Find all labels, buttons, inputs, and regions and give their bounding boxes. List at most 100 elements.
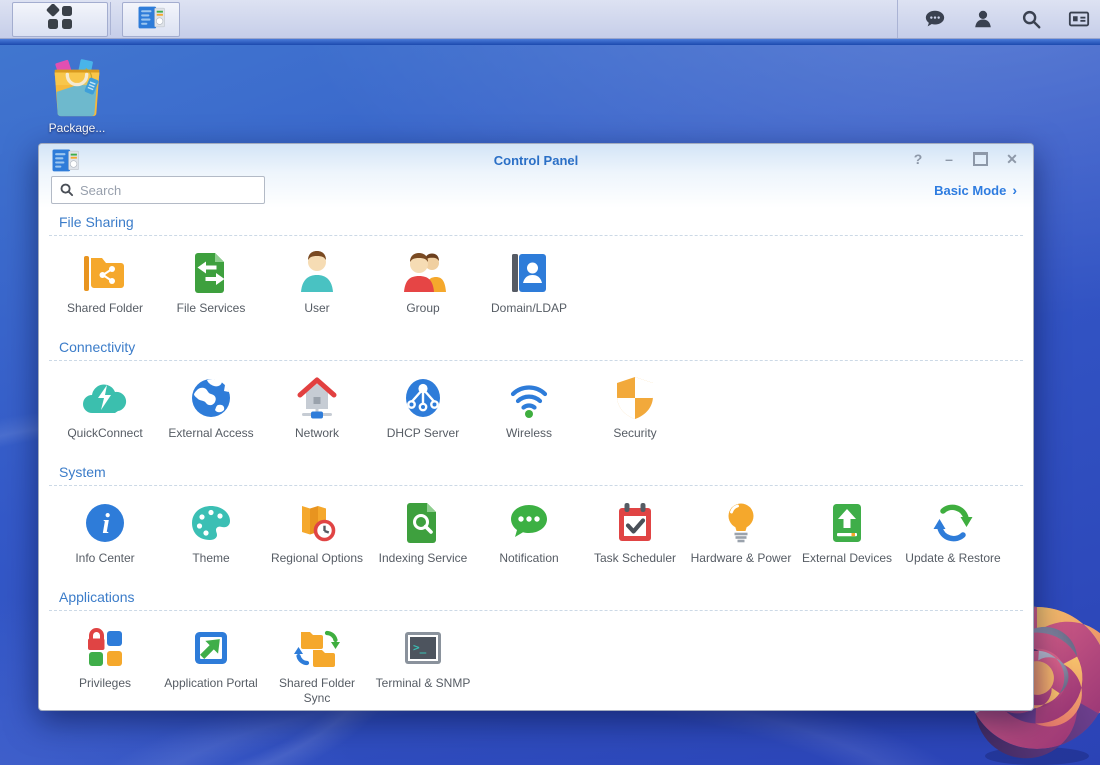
cp-item-regional-options[interactable]: Regional Options [264,497,370,581]
user-icon[interactable] [972,8,994,30]
chevron-right-icon: › [1012,182,1017,198]
cp-item-label: QuickConnect [67,426,143,440]
package-center-icon [42,58,112,118]
section-items: Shared Folder File Services User Group Domai… [39,236,1033,333]
cp-item-info-center[interactable]: i Info Center [52,497,158,581]
search-input[interactable] [78,178,262,202]
cp-item-task-scheduler[interactable]: Task Scheduler [582,497,688,581]
cp-section: Applications Privileges Application Portal… [39,583,1033,708]
taskbar-tray [897,0,1090,38]
cp-item-label: Indexing Service [378,551,468,565]
section-items: Privileges Application Portal Shared Folde… [39,611,1033,708]
security-icon [609,372,661,424]
chat-icon[interactable] [924,8,946,30]
section-header: File Sharing [59,214,134,230]
task-scheduler-icon [609,497,661,549]
close-button[interactable]: ✕ [1005,151,1019,167]
cp-item-external-devices[interactable]: External Devices [794,497,900,581]
cp-item-label: DHCP Server [386,426,460,440]
group-icon [397,247,449,299]
privileges-icon [79,622,131,674]
svg-text:>_: >_ [413,641,427,654]
taskbar [0,0,1100,39]
cp-item-label: Hardware & Power [690,551,792,565]
theme-icon [185,497,237,549]
section-header: Connectivity [59,339,136,355]
terminal-snmp-icon: >_ [397,622,449,674]
cp-item-label: Info Center [75,551,135,565]
minimize-button[interactable]: – [942,151,956,167]
cp-item-label: Theme [192,551,230,565]
taskbar-control-panel-button[interactable] [122,2,180,37]
help-button[interactable]: ? [911,151,925,167]
cp-item-label: External Access [168,426,254,440]
info-center-icon: i [79,497,131,549]
window-header: Control Panel ? – ✕ Basic Mode › [39,144,1033,208]
cp-item-wireless[interactable]: Wireless [476,372,582,456]
cp-item-domain-ldap[interactable]: Domain/LDAP [476,247,582,331]
basic-mode-link[interactable]: Basic Mode › [934,182,1017,198]
indexing-service-icon [397,497,449,549]
basic-mode-label: Basic Mode [934,183,1007,198]
shared-folder-sync-icon [291,622,343,674]
cp-item-label: File Services [176,301,246,315]
cp-item-theme[interactable]: Theme [158,497,264,581]
search-icon[interactable] [1020,8,1042,30]
cp-item-terminal-snmp[interactable]: >_ Terminal & SNMP [370,622,476,706]
user-icon [291,247,343,299]
cp-item-label: Wireless [505,426,552,440]
cp-item-notification[interactable]: Notification [476,497,582,581]
maximize-button[interactable] [973,152,988,166]
cp-item-dhcp-server[interactable]: DHCP Server [370,372,476,456]
main-menu-button[interactable] [12,2,108,37]
cp-item-label: User [304,301,330,315]
control-panel-window: Control Panel ? – ✕ Basic Mode › File Sha… [38,143,1034,711]
cp-section: Connectivity QuickConnect External Access N… [39,333,1033,458]
cp-section: System i Info Center Theme Regional Options I… [39,458,1033,583]
cp-item-security[interactable]: Security [582,372,688,456]
search-icon [60,183,74,197]
cp-item-update-restore[interactable]: Update & Restore [900,497,1006,581]
cp-item-label: Privileges [78,676,132,690]
shared-folder-icon [79,247,131,299]
cp-item-network[interactable]: Network [264,372,370,456]
control-panel-icon [138,6,165,34]
external-access-icon [185,372,237,424]
cp-item-label: Shared Folder [66,301,144,315]
taskbar-separator [110,2,111,35]
cp-item-application-portal[interactable]: Application Portal [158,622,264,706]
desktop-icon-package-center[interactable]: Package... [42,58,112,135]
cp-item-label: External Devices [801,551,893,565]
widgets-icon[interactable] [1068,8,1090,30]
section-header: Applications [59,589,135,605]
external-devices-icon [821,497,873,549]
cp-item-shared-folder-sync[interactable]: Shared Folder Sync [264,622,370,706]
cp-item-quickconnect[interactable]: QuickConnect [52,372,158,456]
search-box [51,176,265,204]
control-panel-body: File Sharing Shared Folder File Services Us… [39,208,1033,708]
cp-item-label: Task Scheduler [593,551,677,565]
window-title: Control Panel [493,153,579,168]
cp-item-user[interactable]: User [264,247,370,331]
cp-item-indexing-service[interactable]: Indexing Service [370,497,476,581]
cp-item-privileges[interactable]: Privileges [52,622,158,706]
section-header: System [59,464,106,480]
desktop: Package... Control Panel ? – ✕ Search Ba… [0,0,1100,765]
cp-item-hardware-power[interactable]: Hardware & Power [688,497,794,581]
cp-item-group[interactable]: Group [370,247,476,331]
domain-ldap-icon [503,247,555,299]
cp-item-label: Regional Options [270,551,364,565]
main-menu-icon [46,3,74,35]
cp-item-external-access[interactable]: External Access [158,372,264,456]
cp-item-label: Terminal & SNMP [375,676,471,690]
cp-item-shared-folder[interactable]: Shared Folder [52,247,158,331]
cp-item-label: Security [613,426,657,440]
taskbar-accent-strip [0,39,1100,45]
application-portal-icon [185,622,237,674]
desktop-icon-label: Package... [48,121,106,135]
cp-item-label: Network [294,426,339,440]
cp-section: File Sharing Shared Folder File Services Us… [39,208,1033,333]
cp-item-label: Group [406,301,440,315]
section-items: QuickConnect External Access Network DHCP S… [39,361,1033,458]
cp-item-file-services[interactable]: File Services [158,247,264,331]
